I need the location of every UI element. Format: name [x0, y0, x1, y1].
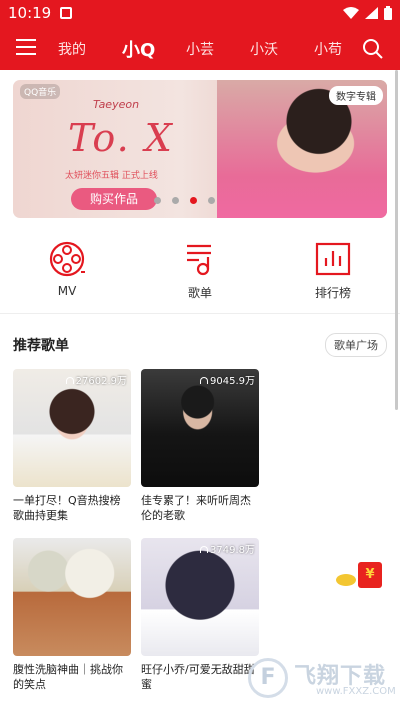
menu-line-icon	[16, 53, 36, 55]
tab-xiao-q[interactable]: 小Q	[122, 36, 155, 62]
carousel-dot[interactable]	[208, 197, 215, 204]
playlist-plaza-button[interactable]: 歌单广场	[325, 333, 387, 357]
search-icon[interactable]	[362, 38, 384, 60]
play-count-value: 3749.8万	[210, 545, 255, 556]
system-icons	[343, 6, 392, 20]
tab-xiao-yun[interactable]: 小芸	[186, 39, 214, 59]
headphone-icon	[200, 377, 208, 384]
banner-signature: Taeyeon	[93, 98, 140, 111]
section-divider	[0, 313, 400, 314]
film-reel-icon	[49, 241, 85, 277]
wifi-icon	[343, 7, 359, 19]
playlist-title: 旺仔小乔/可爱无敌甜甜蜜	[141, 663, 255, 691]
playlist-title: 腹性洗脑神曲｜挑战你的笑点	[13, 663, 123, 691]
playlist-cover: 9045.9万	[141, 369, 259, 487]
top-app-bar: 我的 小Q 小芸 小沃 小苟	[0, 28, 400, 70]
quick-actions: MV 歌单 排行榜	[0, 240, 400, 310]
banner-album-title: To. X	[68, 116, 174, 160]
tab-xiao-wo[interactable]: 小沃	[250, 39, 278, 59]
tab-mine[interactable]: 我的	[58, 39, 86, 59]
charts-label: 排行榜	[314, 286, 351, 300]
playlist-card[interactable]: 3749.8万 旺仔小乔/可爱无敌甜甜蜜	[141, 538, 259, 692]
play-count: 27602.9万	[65, 372, 127, 387]
playlist-button[interactable]: 歌单	[160, 240, 240, 301]
carousel-dots	[154, 197, 215, 204]
recommended-title: 推荐歌单	[13, 338, 69, 354]
playlist-cover: 3749.8万	[141, 538, 259, 656]
watermark-logo-icon: F	[248, 658, 288, 698]
playlist-cover: 27602.9万	[13, 369, 131, 487]
headphone-icon	[65, 377, 74, 384]
watermark-url: www.FXXZ.COM	[316, 686, 396, 697]
playlist-title: 一单打尽！Q音热搜榜歌曲持更集	[13, 494, 121, 522]
gold-coin-icon	[336, 574, 356, 586]
play-count: 3749.8万	[200, 541, 255, 556]
status-bar: 10:19	[0, 0, 400, 28]
status-time: 10:19	[8, 4, 52, 22]
menu-line-icon	[16, 39, 36, 41]
play-count-value: 9045.9万	[210, 376, 255, 387]
charts-button[interactable]: 排行榜	[293, 240, 373, 301]
headphone-icon	[200, 546, 208, 553]
signal-icon	[365, 7, 378, 19]
playlist-cover	[13, 538, 131, 656]
notification-icon	[60, 7, 72, 19]
playlist-label: 歌单	[187, 286, 212, 300]
menu-line-icon	[16, 46, 36, 48]
red-packet-button[interactable]: ¥	[336, 562, 384, 590]
menu-button[interactable]	[16, 39, 36, 57]
mv-button[interactable]: MV	[27, 240, 107, 298]
carousel-dot[interactable]	[154, 197, 161, 204]
banner-tagline: 太妍迷你五辑 正式上线	[65, 171, 158, 181]
playlist-title: 佳专累了！来听听周杰伦的老歌	[141, 494, 251, 522]
site-watermark: F 飞翔下载 www.FXXZ.COM	[246, 656, 396, 702]
play-count: 9045.9万	[200, 372, 255, 387]
bar-chart-icon	[315, 242, 351, 276]
scrollbar[interactable]	[395, 70, 398, 410]
digital-album-tag: 数字专辑	[329, 86, 383, 105]
playlist-note-icon	[187, 244, 211, 276]
buy-album-button[interactable]: 购买作品	[71, 188, 157, 210]
playlist-card[interactable]: 27602.9万 一单打尽！Q音热搜榜歌曲持更集	[13, 369, 131, 523]
battery-icon	[384, 6, 392, 20]
red-envelope-icon: ¥	[358, 562, 382, 588]
play-count-value: 27602.9万	[75, 376, 127, 387]
playlist-card[interactable]: 9045.9万 佳专累了！来听听周杰伦的老歌	[141, 369, 259, 523]
carousel-dot[interactable]	[172, 197, 179, 204]
qq-music-logo: QQ音乐	[20, 84, 61, 99]
promo-banner[interactable]: QQ音乐 Taeyeon To. X 太妍迷你五辑 正式上线 购买作品 数字专辑	[13, 80, 387, 218]
carousel-dot-active[interactable]	[190, 197, 197, 204]
playlist-card[interactable]: 腹性洗脑神曲｜挑战你的笑点	[13, 538, 131, 692]
mv-label: MV	[57, 284, 77, 298]
tab-xiao-gou[interactable]: 小苟	[314, 39, 342, 59]
